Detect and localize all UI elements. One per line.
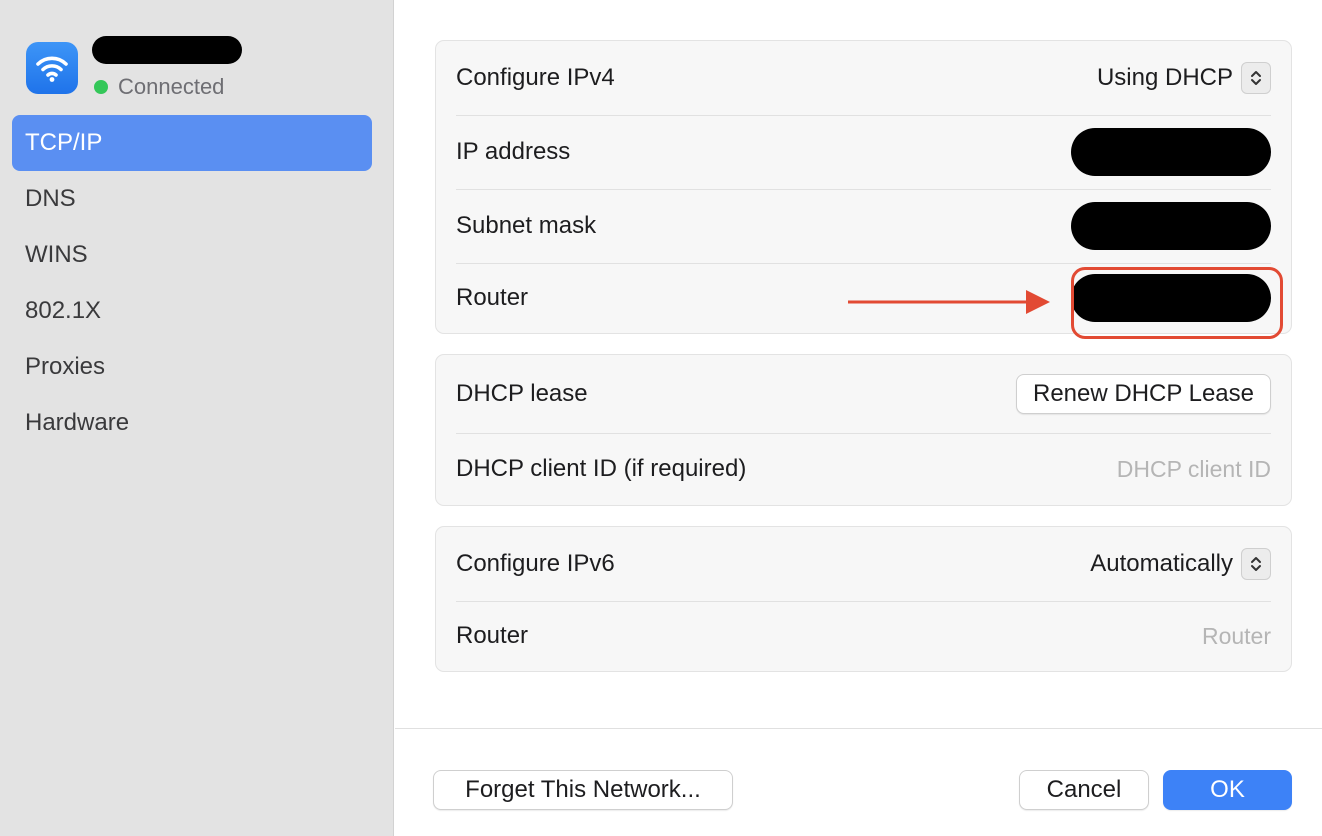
- ipv6-group: Configure IPv6 Automatically Router Rout…: [435, 526, 1292, 672]
- dhcp-lease-row: DHCP lease Renew DHCP Lease: [436, 355, 1291, 433]
- configure-ipv4-label: Configure IPv4: [456, 64, 615, 91]
- sidebar-item-dns[interactable]: DNS: [12, 171, 372, 227]
- dhcp-client-id-row: DHCP client ID (if required) DHCP client…: [436, 433, 1291, 505]
- sidebar-item-hardware[interactable]: Hardware: [12, 395, 372, 451]
- ip-address-row: IP address: [436, 115, 1291, 189]
- dhcp-group: DHCP lease Renew DHCP Lease DHCP client …: [435, 354, 1292, 506]
- updown-chevron-icon[interactable]: [1241, 62, 1271, 94]
- main-panel: Configure IPv4 Using DHCP IP address Sub…: [395, 0, 1322, 836]
- dhcp-lease-label: DHCP lease: [456, 380, 588, 407]
- sidebar-item-8021x[interactable]: 802.1X: [12, 283, 372, 339]
- dhcp-client-id-field[interactable]: DHCP client ID: [1117, 456, 1271, 483]
- cancel-button[interactable]: Cancel: [1019, 770, 1149, 810]
- forget-network-button[interactable]: Forget This Network...: [433, 770, 733, 810]
- sidebar: Connected TCP/IP DNS WINS 802.1X Proxies…: [0, 0, 394, 836]
- sidebar-item-wins[interactable]: WINS: [12, 227, 372, 283]
- network-name-redacted: [92, 36, 242, 64]
- configure-ipv6-select[interactable]: Automatically: [1090, 548, 1271, 580]
- configure-ipv4-row: Configure IPv4 Using DHCP: [436, 41, 1291, 115]
- sidebar-nav: TCP/IP DNS WINS 802.1X Proxies Hardware: [12, 115, 372, 451]
- status-dot: [94, 80, 108, 94]
- ip-address-label: IP address: [456, 138, 571, 165]
- wifi-icon: [26, 42, 78, 94]
- red-arrow-annotation: [848, 290, 1050, 314]
- configure-ipv4-value: Using DHCP: [1096, 64, 1233, 91]
- configure-ipv6-value: Automatically: [1090, 550, 1233, 577]
- updown-chevron-icon[interactable]: [1241, 548, 1271, 580]
- footer-divider: [395, 728, 1322, 729]
- configure-ipv6-label: Configure IPv6: [456, 550, 615, 577]
- router-highlight-annotation: [1071, 267, 1283, 339]
- router-ipv4-label: Router: [456, 284, 529, 311]
- subnet-mask-row: Subnet mask: [436, 189, 1291, 263]
- subnet-mask-redacted: [1071, 202, 1271, 250]
- sidebar-item-proxies[interactable]: Proxies: [12, 339, 372, 395]
- configure-ipv4-select[interactable]: Using DHCP: [1097, 62, 1271, 94]
- status-text: Connected: [118, 74, 225, 99]
- network-header: Connected: [26, 36, 386, 106]
- network-status: Connected: [94, 74, 224, 100]
- subnet-mask-label: Subnet mask: [456, 212, 597, 239]
- router-ipv6-label: Router: [456, 622, 529, 649]
- ok-button[interactable]: OK: [1163, 770, 1292, 810]
- renew-dhcp-lease-button[interactable]: Renew DHCP Lease: [1015, 374, 1271, 414]
- sidebar-item-tcpip[interactable]: TCP/IP: [12, 115, 372, 171]
- dhcp-client-id-label: DHCP client ID (if required): [456, 455, 747, 482]
- router-ipv6-field[interactable]: Router: [1202, 623, 1271, 650]
- configure-ipv6-row: Configure IPv6 Automatically: [436, 527, 1291, 601]
- ip-address-redacted: [1071, 128, 1271, 176]
- router-ipv6-row: Router Router: [436, 601, 1291, 671]
